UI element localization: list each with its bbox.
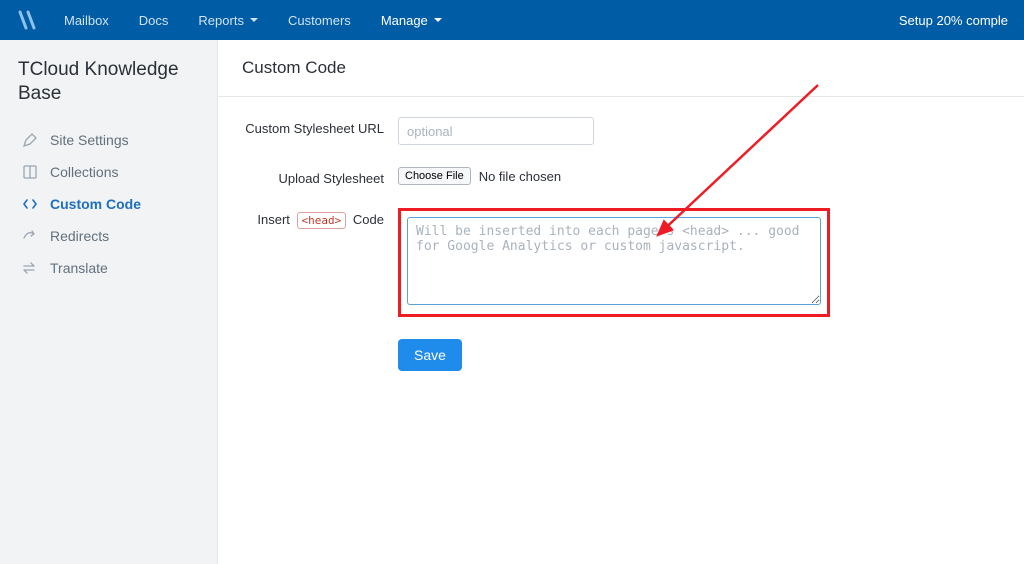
- sidebar-item-label: Custom Code: [50, 196, 141, 212]
- label-upload-stylesheet: Upload Stylesheet: [242, 167, 398, 186]
- sidebar-item-label: Translate: [50, 260, 108, 276]
- stylesheet-url-input[interactable]: [398, 117, 594, 145]
- redirect-icon: [20, 228, 40, 244]
- nav-mailbox[interactable]: Mailbox: [64, 13, 109, 28]
- page-title: Custom Code: [218, 40, 1024, 97]
- nav-items: Mailbox Docs Reports Customers Manage: [64, 13, 442, 28]
- choose-file-button[interactable]: Choose File: [398, 167, 471, 185]
- sidebar-item-collections[interactable]: Collections: [18, 158, 203, 186]
- file-status: No file chosen: [479, 169, 561, 184]
- sidebar-item-label: Collections: [50, 164, 118, 180]
- sidebar-item-label: Redirects: [50, 228, 109, 244]
- pencil-icon: [20, 132, 40, 148]
- swap-icon: [20, 260, 40, 276]
- sidebar-item-site-settings[interactable]: Site Settings: [18, 126, 203, 154]
- label-insert-head: Insert <head> Code: [242, 208, 398, 229]
- row-insert-head: Insert <head> Code: [242, 208, 1000, 317]
- sidebar-item-redirects[interactable]: Redirects: [18, 222, 203, 250]
- app-logo-icon[interactable]: [16, 8, 40, 32]
- book-icon: [20, 164, 40, 180]
- save-button[interactable]: Save: [398, 339, 462, 371]
- top-nav: Mailbox Docs Reports Customers Manage Se…: [0, 0, 1024, 40]
- sidebar-item-translate[interactable]: Translate: [18, 254, 203, 282]
- nav-docs[interactable]: Docs: [139, 13, 169, 28]
- sidebar-item-custom-code[interactable]: Custom Code: [18, 190, 203, 218]
- annotation-highlight-box: [398, 208, 830, 317]
- head-tag-badge: <head>: [297, 212, 347, 229]
- chevron-down-icon: [250, 18, 258, 22]
- head-code-textarea[interactable]: [407, 217, 821, 305]
- row-upload-stylesheet: Upload Stylesheet Choose File No file ch…: [242, 167, 1000, 186]
- site-title: TCloud Knowledge Base: [18, 58, 203, 106]
- code-icon: [20, 196, 40, 212]
- label-stylesheet-url: Custom Stylesheet URL: [242, 117, 398, 136]
- row-stylesheet-url: Custom Stylesheet URL: [242, 117, 1000, 145]
- nav-reports[interactable]: Reports: [198, 13, 258, 28]
- setup-status[interactable]: Setup 20% comple: [899, 13, 1008, 28]
- main-content: Custom Code Custom Stylesheet URL Upload…: [218, 40, 1024, 564]
- chevron-down-icon: [434, 18, 442, 22]
- sidebar: TCloud Knowledge Base Site Settings Coll…: [0, 40, 218, 564]
- row-save: Save: [242, 339, 1000, 371]
- nav-customers[interactable]: Customers: [288, 13, 351, 28]
- nav-manage[interactable]: Manage: [381, 13, 442, 28]
- sidebar-item-label: Site Settings: [50, 132, 129, 148]
